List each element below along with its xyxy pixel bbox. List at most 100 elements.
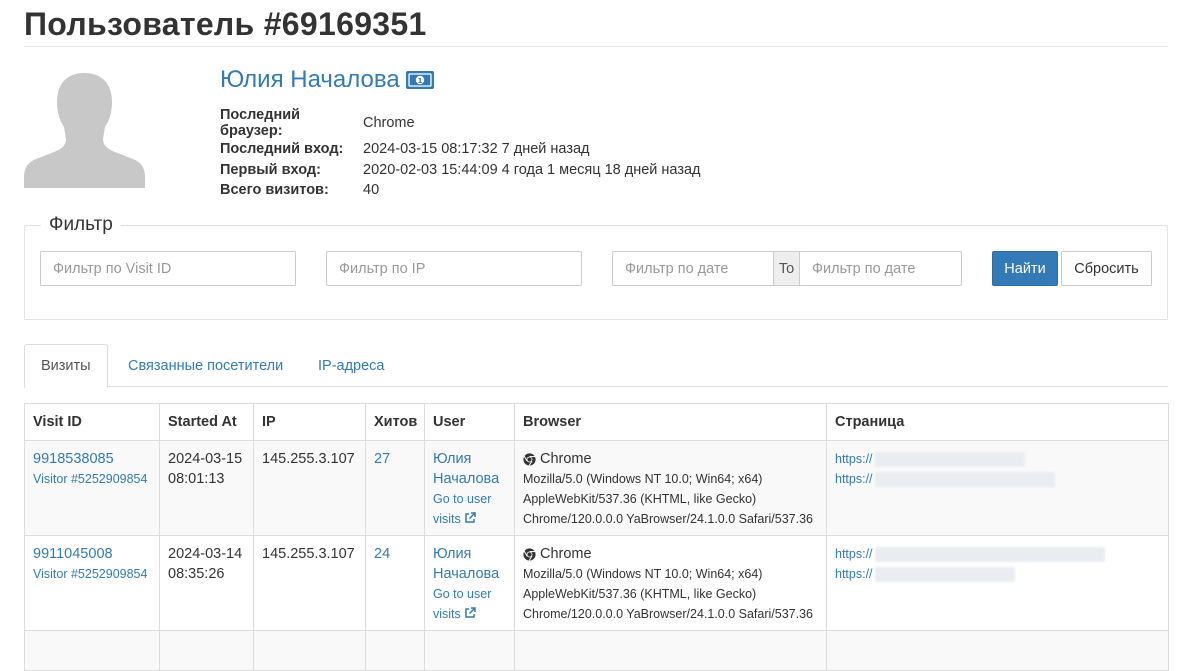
user-agent-line: AppleWebKit/537.36 (KHTML, like Gecko)	[523, 587, 757, 601]
page-url-row: https://	[835, 544, 1160, 564]
visit-time: 08:01:13	[168, 471, 225, 487]
column-header-page[interactable]: Страница	[826, 403, 1169, 441]
user-profile: Юлия Началова 1 Последний браузер: Chrom…	[24, 47, 1168, 207]
avatar	[24, 69, 145, 188]
date-range-to-label: To	[773, 251, 800, 286]
visits-link[interactable]: visits	[433, 512, 476, 526]
user-first-name-link[interactable]: Юлия	[433, 546, 471, 562]
user-cell: Юлия Началова Go to user visits	[424, 535, 515, 631]
page-link[interactable]: https://	[835, 449, 873, 469]
hits-link[interactable]: 24	[374, 546, 390, 562]
info-row-last-browser: Последний браузер: Chrome	[220, 107, 701, 139]
browser-name-row: Chrome	[523, 449, 818, 469]
page-link[interactable]: https://	[835, 469, 873, 489]
visit-id-link[interactable]: 9911045008	[33, 546, 113, 562]
info-label: Всего визитов:	[220, 182, 329, 199]
visit-id-cell: 9918538085 Visitor #5252909854	[24, 440, 160, 536]
visits-table: Visit ID Started At IP Хитов User Browse…	[24, 403, 1169, 671]
user-cell: Юлия Началова Go to user visits	[424, 440, 515, 536]
hits-cell: 27	[365, 440, 425, 536]
filter-legend: Фильтр	[41, 214, 121, 236]
tab-ip-addresses[interactable]: IP-адреса	[302, 344, 401, 387]
tab-related-visitors[interactable]: Связанные посетители	[112, 344, 299, 387]
visit-date: 2024-03-14	[168, 546, 243, 562]
page-cell: https:// https://	[826, 440, 1169, 536]
user-name-row: Юлия Началова 1	[220, 65, 701, 95]
user-info: Юлия Началова 1 Последний браузер: Chrom…	[220, 65, 701, 201]
go-to-user-link[interactable]: Go to user	[433, 587, 491, 601]
table-header-row: Visit ID Started At IP Хитов User Browse…	[24, 403, 1169, 441]
user-name[interactable]: Юлия Началова	[220, 66, 400, 94]
external-link-icon	[465, 607, 476, 618]
user-silhouette-icon	[24, 69, 145, 188]
visits-link-label: visits	[433, 512, 461, 526]
hits-link[interactable]: 27	[374, 451, 390, 467]
browser-name-row: Chrome	[523, 544, 818, 564]
column-header-user[interactable]: User	[424, 403, 515, 441]
user-last-name-link[interactable]: Началова	[433, 566, 499, 582]
ip-cell: 145.255.3.107	[253, 535, 366, 631]
page-container: Пользователь #69169351 Юлия Началова 1 П…	[0, 0, 1200, 671]
column-header-hits[interactable]: Хитов	[365, 403, 425, 441]
page-url-row: https://	[835, 469, 1160, 489]
redacted-url	[874, 566, 1015, 582]
info-value: 40	[363, 182, 380, 199]
column-header-browser[interactable]: Browser	[514, 403, 827, 441]
redacted-url	[874, 451, 1025, 467]
tabs-bar: Визиты Связанные посетители IP-адреса	[24, 344, 1168, 388]
redacted-url	[874, 471, 1055, 487]
browser-cell: Chrome Mozilla/5.0 (Windows NT 10.0; Win…	[514, 440, 827, 536]
visit-id-link[interactable]: 9918538085	[33, 451, 114, 467]
visitor-link[interactable]: Visitor #5252909854	[33, 567, 147, 581]
reset-button[interactable]: Сбросить	[1061, 251, 1152, 286]
user-agent-line: Mozilla/5.0 (Windows NT 10.0; Win64; x64…	[523, 567, 763, 581]
user-agent-line: AppleWebKit/537.36 (KHTML, like Gecko)	[523, 492, 757, 506]
chrome-icon	[523, 452, 536, 466]
table-row: 9911045008 Visitor #5252909854 2024-03-1…	[24, 535, 1169, 631]
visit-date: 2024-03-15	[168, 451, 243, 467]
info-label: Последний вход:	[220, 141, 344, 158]
user-agent-line: Chrome/120.0.0.0 YaBrowser/24.1.0.0 Safa…	[523, 512, 813, 526]
browser-name: Chrome	[540, 451, 592, 467]
table-row: 9918538085 Visitor #5252909854 2024-03-1…	[24, 440, 1169, 536]
user-info-table: Последний браузер: Chrome Последний вход…	[220, 107, 701, 201]
user-agent-line: Mozilla/5.0 (Windows NT 10.0; Win64; x64…	[523, 472, 763, 486]
tab-visits[interactable]: Визиты	[24, 344, 108, 388]
page-link[interactable]: https://	[835, 544, 873, 564]
info-row-first-login: Первый вход: 2020-02-03 15:44:09 4 года …	[220, 160, 701, 181]
external-link-icon	[465, 512, 476, 523]
column-header-ip[interactable]: IP	[253, 403, 366, 441]
info-row-total-visits: Всего визитов: 40	[220, 180, 701, 201]
filter-panel: Фильтр Фильтр по Visit ID Фильтр по IP Ф…	[24, 214, 1168, 320]
info-label: Первый вход:	[220, 161, 321, 178]
date-to-filter-input[interactable]: Фильтр по дате	[799, 251, 962, 286]
info-value: 2020-02-03 15:44:09 4 года 1 месяц 18 дн…	[363, 161, 701, 178]
user-agent-line: Chrome/120.0.0.0 YaBrowser/24.1.0.0 Safa…	[523, 607, 813, 621]
column-header-visit-id[interactable]: Visit ID	[24, 403, 160, 441]
find-button[interactable]: Найти	[992, 251, 1058, 286]
user-first-name-link[interactable]: Юлия	[433, 451, 471, 467]
page-url-row: https://	[835, 564, 1160, 584]
page-title: Пользователь #69169351	[24, 0, 1168, 47]
page-url-row: https://	[835, 449, 1160, 469]
started-at-cell: 2024-03-15 08:01:13	[159, 440, 254, 536]
hits-cell: 24	[365, 535, 425, 631]
info-row-last-login: Последний вход: 2024-03-15 08:17:32 7 дн…	[220, 139, 701, 160]
visits-link[interactable]: visits	[433, 607, 476, 621]
user-last-name-link[interactable]: Началова	[433, 471, 499, 487]
page-cell: https:// https://	[826, 535, 1169, 631]
date-from-filter-input[interactable]: Фильтр по дате	[612, 251, 774, 286]
money-bill-icon: 1	[405, 70, 434, 90]
page-link[interactable]: https://	[835, 564, 873, 584]
ip-cell: 145.255.3.107	[253, 440, 366, 536]
visit-id-filter-input[interactable]: Фильтр по Visit ID	[40, 251, 296, 286]
svg-text:1: 1	[417, 77, 422, 85]
chrome-icon	[523, 547, 536, 561]
redacted-url	[874, 546, 1105, 562]
info-value: 2024-03-15 08:17:32 7 дней назад	[363, 141, 590, 158]
ip-filter-input[interactable]: Фильтр по IP	[326, 251, 582, 286]
started-at-cell: 2024-03-14 08:35:26	[159, 535, 254, 631]
visitor-link[interactable]: Visitor #5252909854	[33, 472, 147, 486]
column-header-started-at[interactable]: Started At	[159, 403, 254, 441]
go-to-user-link[interactable]: Go to user	[433, 492, 491, 506]
